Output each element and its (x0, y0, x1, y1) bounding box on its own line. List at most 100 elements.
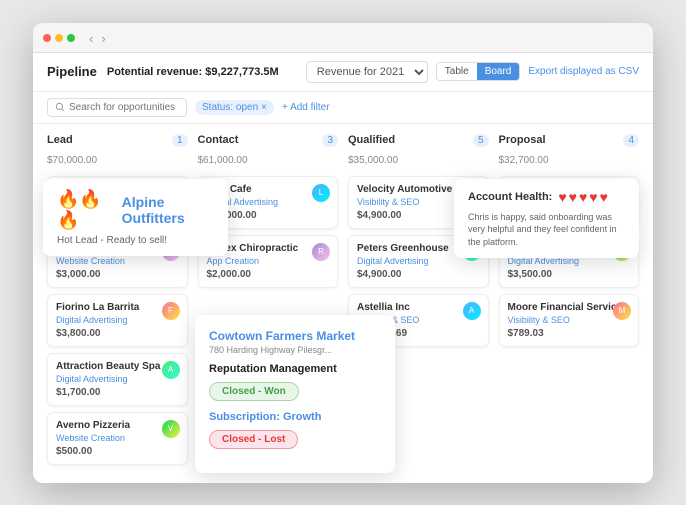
avatar: A (162, 361, 180, 379)
table-view-button[interactable]: Table (437, 63, 477, 80)
revenue-select[interactable]: Revenue for 2021 (306, 61, 428, 83)
kanban-board: Lead 1 $70,000.00 T.K.J.M. Barbershop Vi… (33, 124, 653, 483)
maximize-dot[interactable] (67, 34, 75, 42)
avatar: M (613, 302, 631, 320)
card-amount: $3,800.00 (56, 328, 179, 339)
col-count-lead: 1 (172, 134, 188, 147)
card-amount: $1,700.00 (56, 387, 179, 398)
col-count-contact: 3 (322, 134, 338, 147)
heart-icon: ♥ (569, 189, 577, 205)
avatar: L (312, 184, 330, 202)
col-title-contact: Contact (198, 134, 239, 146)
status-filter-tag: Status: open × (195, 100, 274, 115)
col-count-qualified: 5 (473, 134, 489, 147)
potential-value: $9,227,773.5M (205, 66, 278, 78)
view-toggle: Table Board (436, 62, 521, 81)
alpine-subtitle: Hot Lead - Ready to sell! (57, 235, 214, 246)
pipeline-title: Pipeline (47, 64, 97, 79)
close-dot[interactable] (43, 34, 51, 42)
kanban-card[interactable]: Attraction Beauty Spa Digital Advertisin… (47, 353, 188, 406)
health-text: Chris is happy, said onboarding was very… (468, 211, 625, 249)
browser-dots (43, 34, 75, 42)
avatar: R (312, 243, 330, 261)
col-title-proposal: Proposal (499, 134, 546, 146)
tooltip-header: 🔥🔥🔥 Alpine Outfitters (57, 189, 214, 231)
export-csv-link[interactable]: Export displayed as CSV (528, 66, 639, 77)
kanban-card[interactable]: Moore Financial Services Visibility & SE… (499, 294, 640, 347)
avatar: A (463, 302, 481, 320)
closed-won-label: Closed - Won (222, 386, 286, 397)
board-view-button[interactable]: Board (477, 63, 520, 80)
card-amount: $500.00 (56, 446, 179, 457)
cowtown-popup: Cowtown Farmers Market 780 Harding Highw… (195, 315, 395, 473)
heart-icon: ♥ (579, 189, 587, 205)
card-amount: $789.03 (508, 328, 631, 339)
health-title: Account Health: (468, 191, 552, 203)
card-amount: $3,000.00 (56, 269, 179, 280)
browser-chrome: ‹ › (33, 23, 653, 53)
kanban-card[interactable]: Fiorino La Barrita Digital Advertising $… (47, 294, 188, 347)
col-header-lead: Lead 1 (47, 134, 188, 147)
alpine-name: Alpine Outfitters (122, 194, 214, 226)
heart-icon: ♥ (558, 189, 566, 205)
search-box (47, 98, 187, 117)
cowtown-service1: Reputation Management (209, 363, 381, 375)
col-amount-contact: $61,000.00 (198, 155, 339, 166)
cowtown-subscription: Subscription: Growth (209, 411, 381, 423)
col-amount-proposal: $32,700.00 (499, 155, 640, 166)
minimize-dot[interactable] (55, 34, 63, 42)
heart-icon: ♥ (600, 189, 608, 205)
col-count-proposal: 4 (623, 134, 639, 147)
health-header: Account Health: ♥ ♥ ♥ ♥ ♥ (468, 189, 625, 205)
flame-icon: 🔥🔥🔥 (57, 189, 114, 231)
avatar: V (162, 420, 180, 438)
card-service: Digital Advertising (56, 374, 179, 384)
toolbar: Pipeline Potential revenue: $9,227,773.5… (33, 53, 653, 92)
browser-nav: ‹ › (87, 31, 108, 46)
closed-lost-label: Closed - Lost (222, 434, 285, 445)
filter-bar: Status: open × + Add filter (33, 92, 653, 124)
potential-label: Potential revenue: (107, 66, 202, 78)
card-name: Averno Pizzeria (56, 420, 179, 431)
account-health-tooltip: Account Health: ♥ ♥ ♥ ♥ ♥ Chris is happy… (454, 179, 639, 259)
hearts-container: ♥ ♥ ♥ ♥ ♥ (558, 189, 608, 205)
search-icon (55, 102, 65, 112)
kanban-card[interactable]: Averno Pizzeria Website Creation $500.00… (47, 412, 188, 465)
remove-filter-button[interactable]: × (261, 102, 267, 113)
back-button[interactable]: ‹ (87, 31, 95, 46)
alpine-outfitters-tooltip: 🔥🔥🔥 Alpine Outfitters Hot Lead - Ready t… (43, 179, 228, 256)
avatar: F (162, 302, 180, 320)
col-title-qualified: Qualified (348, 134, 395, 146)
col-header-contact: Contact 3 (198, 134, 339, 147)
card-name: Fiorino La Barrita (56, 302, 179, 313)
card-service: Website Creation (56, 433, 179, 443)
status-filter-label: Status: open (202, 102, 258, 113)
card-name: Moore Financial Services (508, 302, 631, 313)
card-amount: $2,000.00 (207, 269, 330, 280)
closed-won-badge: Closed - Won (209, 382, 299, 401)
card-service: Visibility & SEO (508, 315, 631, 325)
add-filter-button[interactable]: + Add filter (282, 102, 330, 113)
col-title-lead: Lead (47, 134, 73, 146)
heart-icon: ♥ (589, 189, 597, 205)
card-name: Astellia Inc (357, 302, 480, 313)
card-amount: $3,500.00 (508, 269, 631, 280)
col-amount-qualified: $35,000.00 (348, 155, 489, 166)
closed-lost-badge: Closed - Lost (209, 430, 298, 449)
forward-button[interactable]: › (99, 31, 107, 46)
col-header-qualified: Qualified 5 (348, 134, 489, 147)
card-service: App Creation (207, 256, 330, 266)
card-service: Digital Advertising (56, 315, 179, 325)
potential-revenue: Potential revenue: $9,227,773.5M (107, 66, 279, 78)
card-service: Website Creation (56, 256, 179, 266)
col-amount-lead: $70,000.00 (47, 155, 188, 166)
card-amount: $4,900.00 (357, 269, 480, 280)
cowtown-title: Cowtown Farmers Market (209, 329, 381, 343)
col-header-proposal: Proposal 4 (499, 134, 640, 147)
toolbar-right: Revenue for 2021 Table Board Export disp… (306, 61, 639, 83)
kanban-main: Pipeline Potential revenue: $9,227,773.5… (33, 53, 653, 483)
search-input[interactable] (69, 102, 179, 113)
card-name: Attraction Beauty Spa (56, 361, 179, 372)
browser-window: ‹ › Pipeline Potential revenue: $9,227,7… (33, 23, 653, 483)
cowtown-address: 780 Harding Highway Pilesgr... (209, 345, 381, 355)
